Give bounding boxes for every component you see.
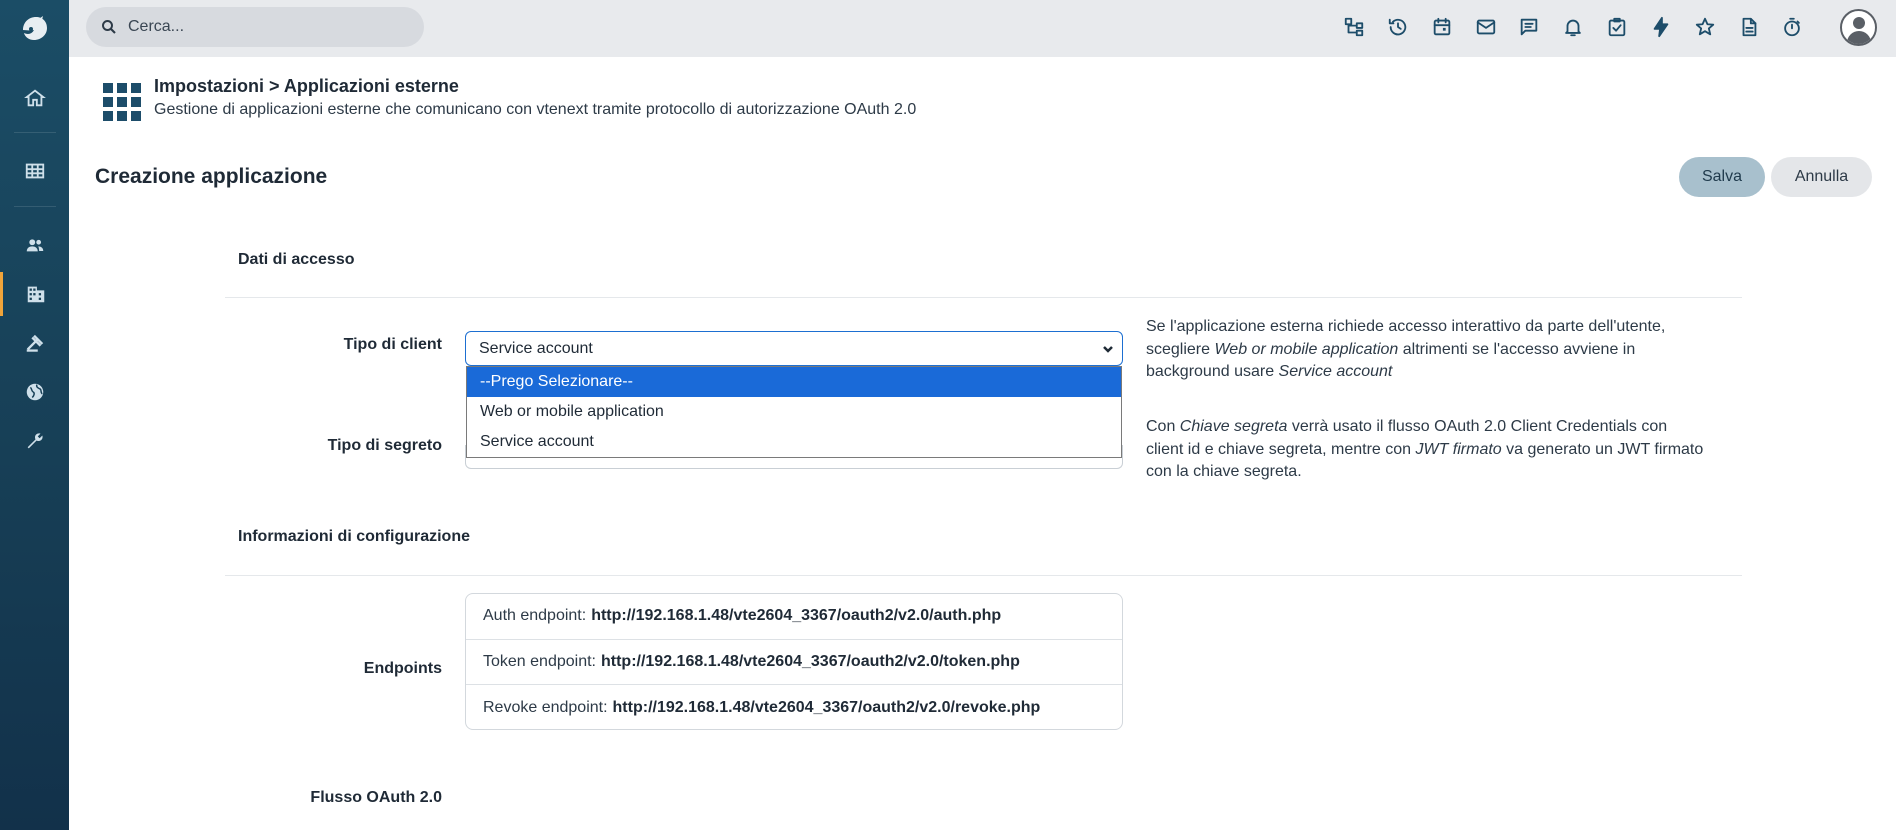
list-item: Token endpoint: http://192.168.1.48/vte2… bbox=[466, 640, 1122, 686]
client-type-value: Service account bbox=[479, 339, 593, 357]
breadcrumb: Impostazioni > Applicazioni esterne bbox=[154, 76, 459, 96]
chat-icon[interactable] bbox=[1516, 14, 1542, 40]
client-type-dropdown: --Prego Selezionare-- Web or mobile appl… bbox=[466, 366, 1122, 458]
bell-icon[interactable] bbox=[1560, 14, 1586, 40]
avatar[interactable] bbox=[1840, 9, 1877, 46]
calendar-icon[interactable] bbox=[1429, 14, 1455, 40]
divider bbox=[225, 575, 1742, 576]
home-icon[interactable] bbox=[0, 76, 69, 120]
secret-type-help: Con Chiave segreta verrà usato il flusso… bbox=[1146, 418, 1704, 480]
list-item: Auth endpoint: http://192.168.1.48/vte26… bbox=[466, 594, 1122, 640]
task-check-icon[interactable] bbox=[1604, 14, 1630, 40]
save-button[interactable]: Salva bbox=[1679, 157, 1765, 197]
document-icon[interactable] bbox=[1736, 14, 1762, 40]
endpoint-url: http://192.168.1.48/vte2604_3367/oauth2/… bbox=[600, 652, 1020, 670]
dropdown-option[interactable]: Service account bbox=[467, 427, 1121, 457]
history-icon[interactable] bbox=[1385, 14, 1411, 40]
sidebar-divider bbox=[14, 132, 56, 133]
divider bbox=[225, 297, 1742, 298]
apps-grid-icon bbox=[103, 83, 141, 121]
grid-icon[interactable] bbox=[0, 149, 69, 193]
search-input[interactable] bbox=[128, 18, 408, 36]
oauth-flow-label: Flusso OAuth 2.0 bbox=[310, 789, 442, 806]
dropdown-option[interactable]: --Prego Selezionare-- bbox=[467, 367, 1121, 397]
section-config-title: Informazioni di configurazione bbox=[238, 528, 470, 545]
globe-icon[interactable] bbox=[0, 370, 69, 414]
sidebar bbox=[0, 0, 69, 830]
endpoint-label: Token endpoint: bbox=[483, 652, 596, 670]
client-type-label: Tipo di client bbox=[343, 336, 442, 353]
secret-type-label: Tipo di segreto bbox=[327, 437, 442, 454]
endpoint-label: Auth endpoint: bbox=[483, 607, 587, 625]
client-type-select[interactable]: Service account bbox=[465, 331, 1123, 366]
endpoints-label: Endpoints bbox=[363, 660, 442, 677]
wrench-icon[interactable] bbox=[0, 419, 69, 463]
cancel-button[interactable]: Annulla bbox=[1771, 157, 1872, 197]
list-item: Revoke endpoint: http://192.168.1.48/vte… bbox=[466, 685, 1122, 731]
search-icon bbox=[102, 20, 116, 34]
app-logo-icon[interactable] bbox=[19, 13, 51, 43]
page-subtitle: Gestione di applicazioni esterne che com… bbox=[154, 101, 917, 118]
sitemap-icon[interactable] bbox=[1341, 14, 1367, 40]
endpoint-label: Revoke endpoint: bbox=[483, 698, 608, 716]
page-title: Creazione applicazione bbox=[95, 165, 328, 188]
endpoint-url: http://192.168.1.48/vte2604_3367/oauth2/… bbox=[591, 607, 1002, 625]
chevron-down-icon bbox=[1102, 342, 1114, 354]
endpoint-url: http://192.168.1.48/vte2604_3367/oauth2/… bbox=[612, 698, 1041, 716]
building-icon[interactable] bbox=[0, 272, 69, 316]
mail-icon[interactable] bbox=[1473, 14, 1499, 40]
endpoints-list: Auth endpoint: http://192.168.1.48/vte26… bbox=[465, 593, 1123, 730]
gavel-icon[interactable] bbox=[0, 321, 69, 365]
star-icon[interactable] bbox=[1692, 14, 1718, 40]
dropdown-option[interactable]: Web or mobile application bbox=[467, 397, 1121, 427]
bolt-icon[interactable] bbox=[1648, 14, 1674, 40]
section-access-title: Dati di accesso bbox=[238, 251, 355, 268]
client-type-help: Se l'applicazione esterna richiede acces… bbox=[1146, 318, 1666, 380]
sidebar-divider bbox=[14, 206, 56, 207]
search-box[interactable] bbox=[86, 7, 424, 47]
people-icon[interactable] bbox=[0, 223, 69, 267]
stopwatch-icon[interactable] bbox=[1779, 14, 1805, 40]
